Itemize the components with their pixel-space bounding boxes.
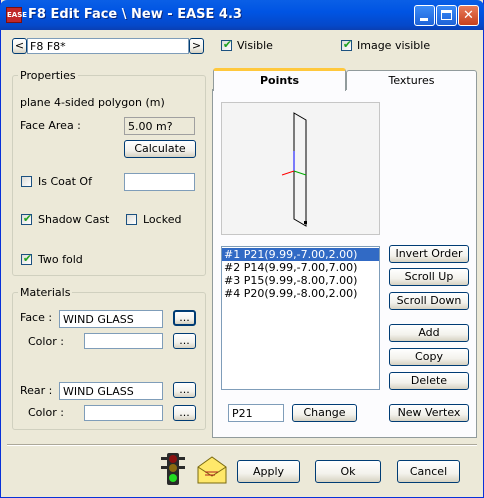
two-fold-label: Two fold [38,253,83,266]
visible-checkbox[interactable]: ✔ [221,38,232,51]
scroll-up-button[interactable]: Scroll Up [389,268,469,286]
face-3d-preview[interactable] [221,102,380,235]
shadow-cast-checkbox[interactable]: ✔ [21,212,32,225]
tab-points[interactable]: Points [213,68,346,91]
list-item[interactable]: #4 P20(9.99,-8.00,2.00) [222,287,379,300]
shadow-cast-label: Shadow Cast [38,213,110,226]
face-polygon [293,112,307,227]
image-visible-label: Image visible [357,39,431,52]
face-material-browse-button[interactable]: ... [173,310,196,326]
face-type-text: plane 4-sided polygon (m) [20,96,165,109]
list-item[interactable]: #1 P21(9.99,-7.00,2.00) [222,248,379,261]
face-material-input[interactable]: WIND GLASS [59,310,163,328]
tab-textures[interactable]: Textures [346,70,477,90]
dialog-window: EASE F8 Edit Face \ New - EASE 4.3 ✕ < F… [0,0,484,498]
face-color-label: Color : [28,335,64,348]
y-axis [293,170,307,176]
close-button[interactable]: ✕ [458,5,479,26]
face-3d-preview-drawing [281,112,307,227]
prev-face-button[interactable]: < [12,38,27,54]
app-icon[interactable]: EASE [6,7,27,23]
x-axis [281,170,295,176]
change-point-button[interactable]: Change [292,404,357,422]
window-title: F8 Edit Face \ New - EASE 4.3 [28,7,242,22]
vertex-marker [304,221,307,224]
face-material-label: Face : [20,311,53,324]
face-color-browse-button[interactable]: ... [173,333,196,349]
minimize-icon [420,18,428,21]
traffic-light-icon-graphic [161,453,185,485]
rear-color-browse-button[interactable]: ... [173,405,196,421]
title-bar[interactable]: EASE F8 Edit Face \ New - EASE 4.3 ✕ [0,0,484,30]
face-area-label: Face Area : [20,119,81,132]
list-item[interactable]: #2 P14(9.99,-7.00,7.00) [222,261,379,274]
add-point-button[interactable]: Add [389,324,469,342]
cancel-button[interactable]: Cancel [397,460,460,483]
visible-label: Visible [237,39,273,52]
face-area-value: 5.00 m? [124,117,195,135]
is-coat-of-input[interactable] [124,173,195,191]
new-vertex-button[interactable]: New Vertex [389,404,469,422]
points-list[interactable]: #1 P21(9.99,-7.00,2.00) #2 P14(9.99,-7.0… [221,246,380,390]
maximize-icon [441,10,452,20]
face-color-input[interactable] [84,333,163,349]
is-coat-of-checkbox[interactable] [21,176,32,187]
rear-material-label: Rear : [20,384,53,397]
calculate-button[interactable]: Calculate [124,140,196,158]
maximize-button[interactable] [436,5,457,26]
properties-title: Properties [18,69,78,82]
next-face-button[interactable]: > [189,38,204,54]
materials-title: Materials [18,286,73,299]
copy-point-button[interactable]: Copy [389,348,469,366]
rear-material-browse-button[interactable]: ... [173,382,196,398]
rear-color-label: Color : [28,406,64,419]
locked-label: Locked [143,213,182,226]
apply-button[interactable]: Apply [237,460,300,483]
scroll-down-button[interactable]: Scroll Down [389,292,469,310]
delete-point-button[interactable]: Delete [389,372,469,390]
is-coat-of-label: Is Coat Of [38,175,92,188]
image-visible-checkbox[interactable]: ✔ [341,38,352,51]
envelope-icon-graphic [197,456,227,484]
close-icon: ✕ [463,8,474,23]
list-item[interactable]: #3 P15(9.99,-8.00,7.00) [222,274,379,287]
envelope-icon[interactable] [196,455,228,485]
traffic-light-icon[interactable] [158,452,188,486]
locked-checkbox[interactable] [126,214,137,225]
rear-color-input[interactable] [84,405,163,421]
point-name-input[interactable]: P21 [228,404,284,422]
face-name-input[interactable]: F8 F8* [27,38,189,54]
two-fold-checkbox[interactable]: ✔ [21,252,32,265]
invert-order-button[interactable]: Invert Order [389,245,469,263]
minimize-button[interactable] [414,5,435,26]
ok-button[interactable]: Ok [315,460,381,483]
rear-material-input[interactable]: WIND GLASS [59,382,163,400]
footer-separator [7,444,477,446]
